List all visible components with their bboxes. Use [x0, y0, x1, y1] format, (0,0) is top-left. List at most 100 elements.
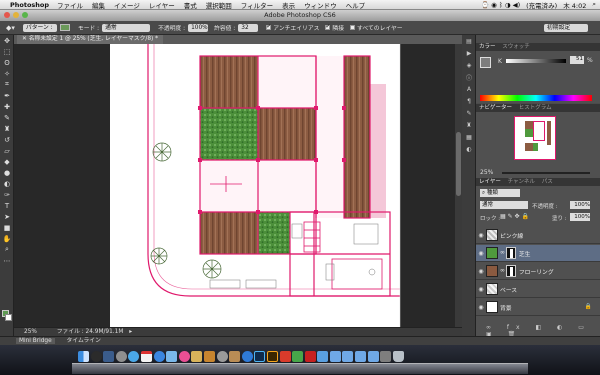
menu-image[interactable]: イメージ — [114, 0, 140, 10]
scrollbar-thumb[interactable] — [456, 132, 461, 196]
path-select-tool-icon[interactable]: ➤ — [0, 211, 14, 222]
all-layers-checkbox[interactable] — [350, 25, 356, 30]
link-icon[interactable]: ∞ — [500, 250, 505, 256]
layer-row[interactable]: ◉ ∞ フローリング — [476, 263, 600, 280]
eyedropper-tool-icon[interactable]: ✒ — [0, 90, 14, 101]
color-fg-bg-swatches[interactable] — [480, 57, 491, 68]
clock[interactable]: 木 4:02 — [563, 0, 586, 10]
search-icon[interactable]: ⌕ — [592, 0, 596, 9]
blur-tool-icon[interactable]: ● — [0, 167, 14, 178]
minimize-icon[interactable] — [13, 12, 19, 18]
menu-window[interactable]: ウィンドウ — [304, 0, 337, 10]
guitar-icon[interactable] — [203, 351, 215, 362]
layer-row[interactable]: ◉ ベース — [476, 281, 600, 298]
fill-source-select[interactable]: パターン : — [22, 23, 57, 32]
shape-tool-icon[interactable]: ■ — [0, 222, 14, 233]
lock-icons[interactable]: ▦ ✎ ✥ 🔒 — [500, 213, 529, 220]
tab-channels[interactable]: チャンネル — [508, 179, 535, 185]
layer-mask-thumbnail[interactable] — [505, 247, 516, 259]
visibility-eye-icon[interactable]: ◉ — [476, 232, 486, 239]
folder-icon[interactable] — [355, 351, 367, 362]
info-panel-icon[interactable]: ⓘ — [462, 71, 476, 83]
layer-row[interactable]: ◉ 背景 🔒 — [476, 299, 600, 316]
trash-icon[interactable] — [392, 351, 404, 362]
illustrator-icon[interactable] — [266, 351, 278, 362]
styles-panel-icon[interactable]: ▦ — [462, 131, 476, 143]
marquee-tool-icon[interactable]: ⬚ — [0, 46, 14, 57]
system-prefs-icon[interactable] — [216, 351, 228, 362]
k-input[interactable]: 51 — [570, 56, 584, 64]
menu-layer[interactable]: レイヤー — [149, 0, 175, 10]
zoom-level[interactable]: 25% — [24, 329, 37, 335]
properties-panel-icon[interactable]: ◈ — [462, 59, 476, 71]
blend-mode-select[interactable]: 通常 — [480, 201, 528, 209]
paint-bucket-tool-icon[interactable]: ◆▾ — [6, 24, 15, 32]
actions-panel-icon[interactable]: ▶ — [462, 47, 476, 59]
globe-icon[interactable] — [241, 351, 253, 362]
itunes-icon[interactable] — [178, 351, 190, 362]
layer-mask-thumbnail[interactable] — [505, 265, 516, 277]
tab-histogram[interactable]: ヒストグラム — [519, 105, 552, 111]
mode-select[interactable]: 通常 — [102, 23, 151, 32]
eraser-tool-icon[interactable]: ▱ — [0, 145, 14, 156]
tolerance-input[interactable]: 32 — [238, 23, 259, 32]
battery-label[interactable]: (充電済み) — [526, 0, 557, 10]
layer-name[interactable]: ピンク線 — [500, 231, 523, 240]
app-menu[interactable]: Photoshop — [10, 1, 49, 9]
pattern-swatch[interactable] — [59, 24, 70, 31]
app-icon[interactable] — [317, 351, 329, 362]
menu-filter[interactable]: フィルター — [241, 0, 273, 10]
folder-icon[interactable] — [329, 351, 341, 362]
tab-swatches[interactable]: スウォッチ — [502, 44, 530, 50]
floor-plan-document[interactable] — [14, 44, 455, 327]
photo-icon[interactable] — [191, 351, 203, 362]
workspace-select[interactable]: 初期設定 — [544, 23, 588, 32]
adjustments-panel-icon[interactable]: ◐ — [462, 143, 476, 155]
tab-color[interactable]: カラー — [479, 44, 496, 50]
zoom-tool-icon[interactable]: ⌕ — [0, 244, 14, 255]
canvas-area[interactable] — [14, 44, 455, 327]
history-panel-icon[interactable]: ▤ — [462, 35, 476, 47]
layer-name[interactable]: 芝生 — [519, 249, 531, 258]
navigator-thumbnail[interactable] — [514, 116, 556, 160]
dashboard-icon[interactable] — [90, 351, 102, 362]
file-size-info[interactable]: ファイル : 24.9M/91.1M — [57, 329, 124, 335]
background-color-swatch[interactable] — [5, 314, 12, 321]
visibility-eye-icon[interactable]: ◉ — [476, 286, 486, 293]
paragraph-panel-icon[interactable]: ¶ — [462, 95, 476, 107]
antialias-checkbox[interactable] — [266, 23, 271, 30]
layer-name[interactable]: ベース — [500, 285, 517, 294]
finder-icon[interactable] — [78, 351, 89, 362]
calendar-icon[interactable] — [140, 351, 152, 362]
navigator-zoom[interactable]: 25% — [480, 169, 493, 176]
layer-name[interactable]: フローリング — [519, 267, 554, 276]
character-panel-icon[interactable]: A — [462, 83, 476, 95]
contiguous-checkbox[interactable] — [325, 23, 330, 30]
layer-row[interactable]: ◉ ピンク線 — [476, 227, 600, 244]
status-icons[interactable]: ⌚ ◉ ᛒ ◑ ◀) — [481, 1, 520, 9]
move-tool-icon[interactable]: ✥ — [0, 35, 14, 46]
mail-icon[interactable] — [166, 351, 178, 362]
color-spectrum-bar[interactable] — [480, 95, 592, 101]
close-tab-icon[interactable]: ✕ — [22, 36, 29, 42]
menu-type[interactable]: 書式 — [184, 0, 197, 10]
sketchup-icon[interactable] — [279, 351, 291, 362]
vertical-scrollbar[interactable] — [455, 44, 462, 327]
paint-bucket-tool-icon[interactable]: ◆ — [0, 156, 14, 167]
hand-tool-icon[interactable]: ✋ — [0, 233, 14, 244]
magic-wand-tool-icon[interactable]: ✧ — [0, 68, 14, 79]
layer-row-selected[interactable]: ◉ ∞ 芝生 — [476, 245, 600, 262]
contacts-icon[interactable] — [229, 351, 241, 362]
brush-tool-icon[interactable]: ✎ — [0, 112, 14, 123]
folder-icon[interactable] — [342, 351, 354, 362]
more-tools-icon[interactable]: ⋯ — [0, 255, 14, 266]
crop-tool-icon[interactable]: ⌗ — [0, 79, 14, 90]
status-menu-arrow-icon[interactable]: ▸ — [129, 329, 132, 335]
opacity-input[interactable]: 100% — [188, 23, 209, 32]
safari-icon[interactable] — [128, 351, 140, 362]
history-brush-tool-icon[interactable]: ↺ — [0, 134, 14, 145]
brush-panel-icon[interactable]: ✎ — [462, 107, 476, 119]
document-tab[interactable]: ✕ 名称未設定 1 @ 25% (芝生, レイヤーマスク/8) * — [17, 35, 164, 44]
acrobat-icon[interactable] — [304, 351, 316, 362]
fill-input[interactable]: 100% — [570, 213, 590, 221]
